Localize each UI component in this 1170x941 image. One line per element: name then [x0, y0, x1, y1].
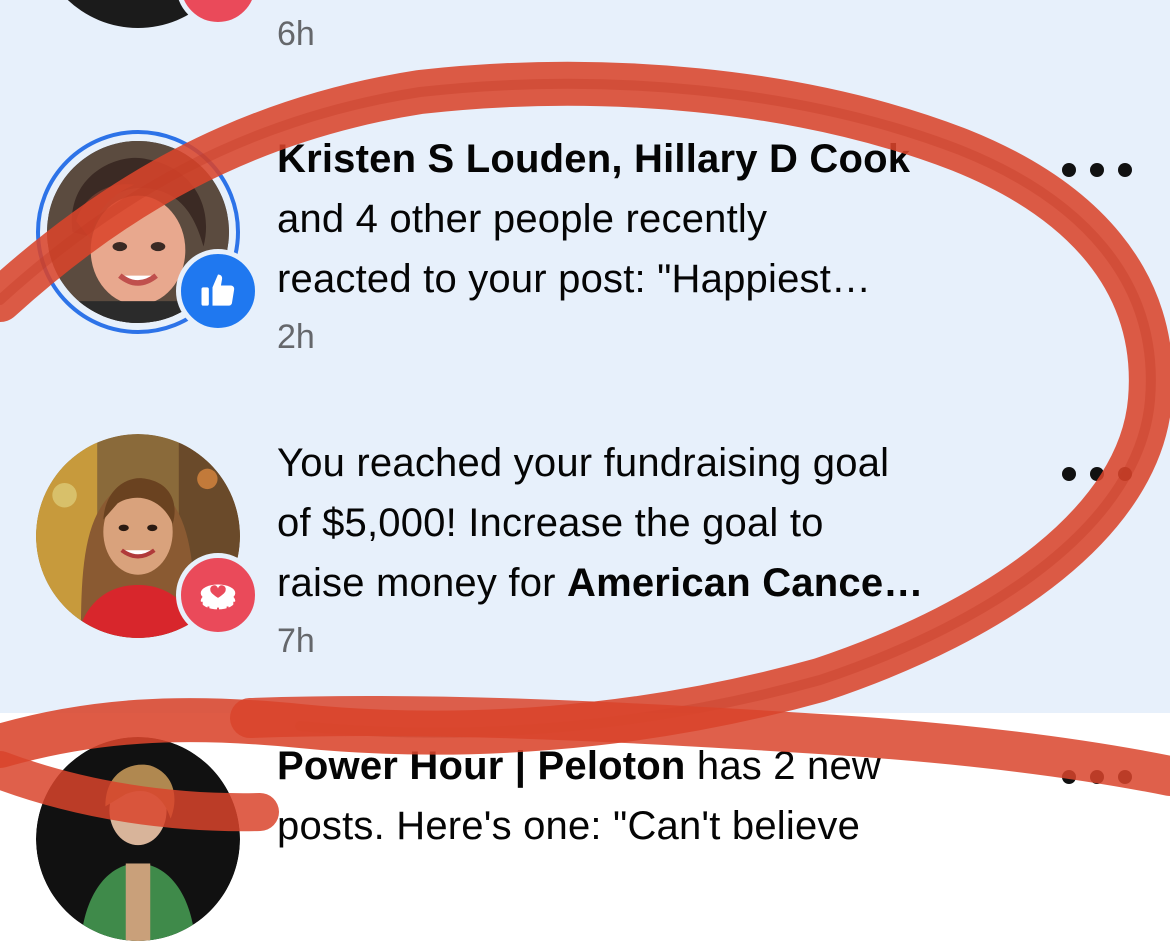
notification-item[interactable]: 6h [0, 0, 1170, 70]
more-options-icon [1062, 163, 1076, 177]
notification-text-span: has 2 new [685, 744, 882, 788]
name-separator: , [611, 137, 634, 181]
more-options-button[interactable] [1062, 158, 1132, 182]
notification-text-line: posts. Here's one: "Can't believe [277, 804, 861, 848]
avatar-wrap[interactable] [36, 737, 240, 941]
notification-text-line: reacted to your post: "Happiest… [277, 257, 872, 301]
notification-text-span: raise money for [277, 561, 567, 605]
notification-text-line: Power Hour | Peloton has 2 new [277, 736, 1017, 796]
reaction-badge [176, 0, 260, 27]
notification-time: 6h [277, 15, 315, 53]
actor-name[interactable]: Hillary D Cook [634, 137, 910, 181]
notification-item[interactable]: Power Hour | Peloton has 2 new posts. He… [0, 713, 1170, 941]
notification-text-line: of $5,000! Increase the goal to [277, 501, 824, 545]
thumbs-up-icon [201, 274, 235, 306]
notification-text[interactable]: Power Hour | Peloton has 2 new posts. He… [277, 736, 1017, 856]
notification-text-line: You reached your fundraising goal [277, 441, 890, 485]
heart-icon [198, 0, 238, 5]
notification-item[interactable]: You reached your fundraising goal of $5,… [0, 414, 1170, 684]
notification-text[interactable]: You reached your fundraising goal of $5,… [277, 433, 1017, 613]
more-options-icon [1062, 467, 1076, 481]
avatar-wrap [36, 0, 260, 28]
more-options-button[interactable] [1062, 462, 1132, 486]
more-options-icon [1062, 770, 1076, 784]
notification-text-line: and 4 other people recently [277, 197, 768, 241]
avatar-wrap[interactable] [36, 130, 260, 334]
page-name[interactable]: Power Hour | Peloton [277, 744, 686, 788]
actor-name[interactable]: Kristen S Louden [277, 137, 611, 181]
notification-time: 7h [277, 622, 315, 660]
avatar-photo [36, 737, 240, 941]
notification-text-line: Kristen S Louden, Hillary D Cook [277, 129, 1017, 189]
notification-text[interactable]: Kristen S Louden, Hillary D Cook and 4 o… [277, 129, 1017, 309]
more-options-button[interactable] [1062, 765, 1132, 789]
fundraiser-organization[interactable]: American Cance… [567, 561, 923, 605]
fundraiser-heart-icon [200, 584, 236, 611]
notification-item[interactable]: Kristen S Louden, Hillary D Cook and 4 o… [0, 110, 1170, 380]
avatar[interactable] [36, 737, 240, 941]
notification-text-line: raise money for American Cance… [277, 553, 1017, 613]
notification-time: 2h [277, 318, 315, 356]
reaction-badge [176, 553, 260, 637]
avatar-wrap[interactable] [36, 434, 260, 638]
reaction-badge [176, 249, 260, 333]
